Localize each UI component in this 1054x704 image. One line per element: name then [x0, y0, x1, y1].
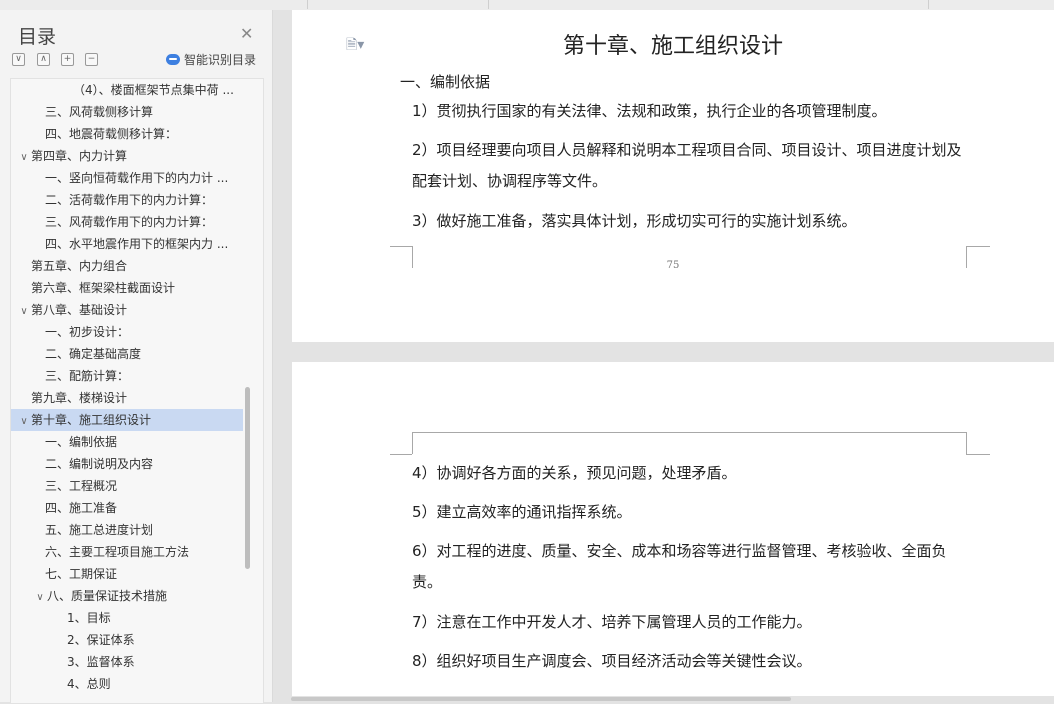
toc-item-label: 第九章、楼梯设计: [31, 391, 128, 405]
toc-item[interactable]: 第六章、框架梁柱截面设计: [11, 277, 243, 299]
toc-item-label: 一、编制依据: [45, 435, 118, 449]
paragraph: 1）贯彻执行国家的有关法律、法规和政策，执行企业的各项管理制度。: [412, 102, 887, 120]
toc-item[interactable]: ∨ 第十章、施工组织设计: [11, 409, 243, 431]
toc-item[interactable]: 二、编制说明及内容: [11, 453, 243, 475]
toc-item-label: 一、初步设计：: [45, 325, 130, 339]
toc-item[interactable]: 三、配筋计算：: [11, 365, 243, 387]
toc-item-label: 七、工期保证: [45, 567, 118, 581]
page-number: 75: [666, 260, 680, 271]
document-area: 🗎▾ 第十章、施工组织设计 一、编制依据 1）贯彻执行国家的有关法律、法规和政策…: [273, 10, 1054, 702]
toc-item[interactable]: 四、施工准备: [11, 497, 243, 519]
toc-item-label: 四、水平地震作用下的框架内力 ...: [45, 237, 229, 251]
toc-item[interactable]: 四、地震荷载侧移计算：: [11, 123, 243, 145]
crop-mark: [390, 246, 412, 247]
toc-item-label: 二、活荷载作用下的内力计算：: [45, 193, 214, 207]
paragraph: 6）对工程的进度、质量、安全、成本和场容等进行监督管理、考核验收、全面负责。: [412, 542, 947, 591]
toc-item-label: 第四章、内力计算: [31, 149, 128, 163]
add-heading-icon[interactable]: +: [61, 53, 74, 66]
paragraph: 7）注意在工作中开发人才、培养下属管理人员的工作能力。: [412, 613, 812, 631]
toc-item-label: 二、编制说明及内容: [45, 457, 154, 471]
remove-heading-icon[interactable]: −: [85, 53, 98, 66]
toc-item[interactable]: ∨ 第四章、内力计算: [11, 145, 243, 167]
document-page: 🗎▾ 第十章、施工组织设计 一、编制依据 1）贯彻执行国家的有关法律、法规和政策…: [292, 10, 1054, 342]
toc-item-label: 第五章、内力组合: [31, 259, 128, 273]
toc-item[interactable]: 第九章、楼梯设计: [11, 387, 243, 409]
toc-item-label: 四、施工准备: [45, 501, 118, 515]
paragraph: 8）组织好项目生产调度会、项目经济活动会等关键性会议。: [412, 652, 812, 670]
smart-toc-icon: [166, 54, 180, 65]
paragraph: 5）建立高效率的通讯指挥系统。: [412, 503, 632, 521]
paragraph: 3）做好施工准备，落实具体计划，形成切实可行的实施计划系统。: [412, 212, 857, 230]
toc-scrollbar[interactable]: [245, 387, 250, 569]
toc-item-label: 四、地震荷载侧移计算：: [45, 127, 178, 141]
toc-list: 4、总则 3、监督体系 2、保证体系 1、目标 ∨ 八、质量保证技术措施 七、工期保证 六、主…: [10, 78, 264, 704]
toc-item-label: 五、施工总进度计划: [45, 523, 154, 537]
toc-item-label: 三、风荷载侧移计算: [45, 105, 154, 119]
toc-item-label: 六、主要工程项目施工方法: [45, 545, 190, 559]
toc-item[interactable]: 一、竖向恒荷载作用下的内力计 ...: [11, 167, 243, 189]
toc-item-label: 八、质量保证技术措施: [47, 589, 168, 603]
toc-item[interactable]: 七、工期保证: [11, 563, 243, 585]
scrollbar-thumb[interactable]: [291, 697, 791, 701]
collapse-all-icon[interactable]: ∧: [37, 53, 50, 66]
toc-item[interactable]: 五、施工总进度计划: [11, 519, 243, 541]
toc-item[interactable]: 四、水平地震作用下的框架内力 ...: [11, 233, 243, 255]
toc-item-label: 三、配筋计算：: [45, 369, 130, 383]
chapter-title: 第十章、施工组织设计: [562, 34, 783, 59]
toc-item-label: 二、确定基础高度: [45, 347, 142, 361]
chevron-down-icon[interactable]: ∨: [17, 411, 31, 431]
toc-item[interactable]: 二、确定基础高度: [11, 343, 243, 365]
toc-item-label: 2、保证体系: [67, 633, 135, 647]
chevron-down-icon[interactable]: ∨: [17, 301, 31, 321]
document-page: 4）协调好各方面的关系，预见问题，处理矛盾。 5）建立高效率的通讯指挥系统。 6…: [292, 362, 1054, 702]
toc-item[interactable]: ∨ 八、质量保证技术措施: [11, 585, 243, 607]
toc-item-label: （4）、楼面框架节点集中荷 ...: [73, 83, 234, 97]
toc-item[interactable]: ∨ 第八章、基础设计: [11, 299, 243, 321]
toc-item-label: 第六章、框架梁柱截面设计: [31, 281, 176, 295]
chevron-down-icon[interactable]: ∨: [33, 587, 47, 607]
toc-item-label: 4、总则: [67, 677, 111, 691]
expand-all-icon[interactable]: ∨: [12, 53, 25, 66]
toc-item[interactable]: 2、保证体系: [11, 629, 243, 651]
toc-item[interactable]: 一、初步设计：: [11, 321, 243, 343]
toolbar-divider: [307, 0, 308, 9]
toc-item-label: 一、竖向恒荷载作用下的内力计 ...: [45, 171, 229, 185]
toc-item[interactable]: 三、风荷载作用下的内力计算：: [11, 211, 243, 233]
paragraph: 2）项目经理要向项目人员解释和说明本工程项目合同、项目设计、项目进度计划及配套计…: [412, 141, 962, 190]
toc-item-label: 三、工程概况: [45, 479, 118, 493]
crop-mark: [390, 454, 412, 455]
smart-toc-button[interactable]: 智能识别目录: [166, 51, 256, 68]
toc-item[interactable]: 六、主要工程项目施工方法: [11, 541, 243, 563]
toc-item[interactable]: 三、工程概况: [11, 475, 243, 497]
close-icon[interactable]: ✕: [240, 24, 253, 43]
toc-sidebar: 目录 ✕ ∨ ∧ + − 智能识别目录 4、总则 3、监督体系 2、保证体系 1、目标…: [0, 10, 273, 704]
toc-item-label: 三、风荷载作用下的内力计算：: [45, 215, 214, 229]
horizontal-scrollbar[interactable]: [273, 696, 1054, 702]
toc-item[interactable]: 第五章、内力组合: [11, 255, 243, 277]
toc-item-label: 3、监督体系: [67, 655, 135, 669]
crop-mark: [966, 432, 967, 454]
paragraph: 4）协调好各方面的关系，预见问题，处理矛盾。: [412, 464, 737, 482]
toc-title: 目录: [18, 26, 57, 48]
smart-toc-label: 智能识别目录: [184, 53, 257, 67]
toc-item-label: 1、目标: [67, 611, 111, 625]
header-line: [412, 432, 966, 433]
toolbar-divider: [928, 0, 929, 9]
chevron-down-icon[interactable]: ∨: [17, 147, 31, 167]
toc-item-label: 第八章、基础设计: [31, 303, 128, 317]
crop-mark: [412, 432, 413, 454]
toc-item[interactable]: 一、编制依据: [11, 431, 243, 453]
toc-item[interactable]: （4）、楼面框架节点集中荷 ...: [11, 79, 243, 101]
toc-item[interactable]: 1、目标: [11, 607, 243, 629]
crop-mark: [966, 454, 990, 455]
toolbar-divider: [488, 0, 489, 9]
section-heading: 一、编制依据: [400, 73, 491, 91]
toc-item[interactable]: 3、监督体系: [11, 651, 243, 673]
crop-mark: [966, 246, 990, 247]
toc-item[interactable]: 二、活荷载作用下的内力计算：: [11, 189, 243, 211]
toc-item[interactable]: 三、风荷载侧移计算: [11, 101, 243, 123]
toc-item[interactable]: 4、总则: [11, 673, 243, 695]
toc-item-label: 第十章、施工组织设计: [31, 413, 152, 427]
